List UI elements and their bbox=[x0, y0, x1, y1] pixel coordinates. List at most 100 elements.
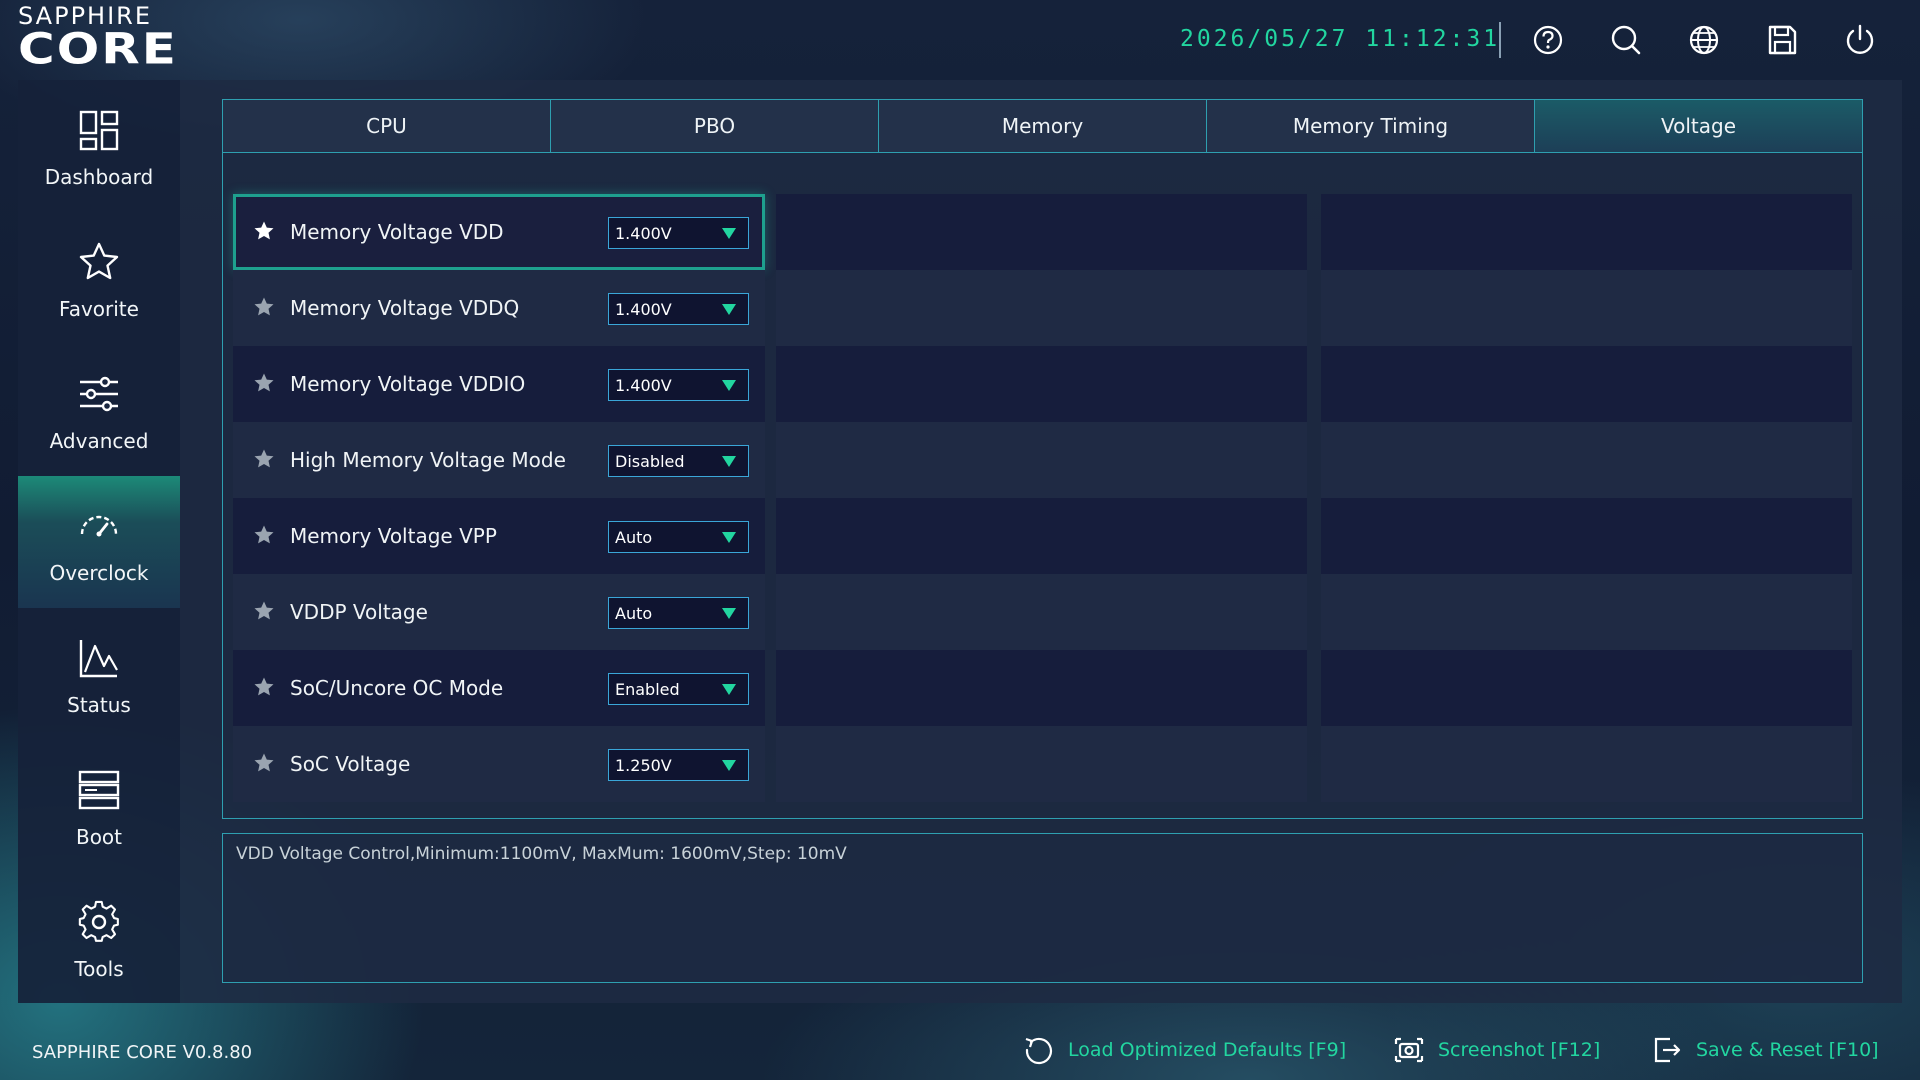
power-icon[interactable] bbox=[1840, 20, 1880, 60]
setting-label: High Memory Voltage Mode bbox=[290, 448, 566, 472]
search-icon[interactable] bbox=[1606, 20, 1646, 60]
tab-voltage[interactable]: Voltage bbox=[1535, 100, 1862, 152]
setting-cell: Memory Voltage VPP Auto bbox=[233, 498, 765, 574]
help-text: VDD Voltage Control,Minimum:1100mV, MaxM… bbox=[236, 844, 847, 864]
favorite-star-icon[interactable] bbox=[253, 676, 275, 698]
tab-pbo[interactable]: PBO bbox=[551, 100, 879, 152]
setting-dropdown[interactable]: 1.400V bbox=[608, 293, 749, 325]
sidebar-item-overclock[interactable]: Overclock bbox=[18, 476, 180, 608]
favorite-star-icon[interactable] bbox=[253, 372, 275, 394]
favorite-star-icon[interactable] bbox=[253, 296, 275, 318]
logo-brand-core: CORE bbox=[18, 24, 178, 74]
sidebar-item-favorite[interactable]: Favorite bbox=[18, 212, 180, 344]
version-label: SAPPHIRE CORE V0.8.80 bbox=[32, 1042, 253, 1063]
setting-cell: Memory Voltage VDDIO 1.400V bbox=[233, 346, 765, 422]
favorite-star-icon[interactable] bbox=[253, 220, 275, 242]
setting-row-soc-voltage[interactable]: SoC Voltage 1.250V bbox=[233, 726, 1853, 802]
dropdown-value: 1.400V bbox=[615, 224, 672, 243]
setting-dropdown[interactable]: 1.400V bbox=[608, 369, 749, 401]
load-defaults-label: Load Optimized Defaults [F9] bbox=[1068, 1039, 1347, 1061]
chevron-down-icon bbox=[722, 380, 736, 391]
sidebar-item-tools[interactable]: Tools bbox=[18, 872, 180, 1004]
empty-cell bbox=[1321, 726, 1852, 802]
help-icon[interactable] bbox=[1528, 20, 1568, 60]
setting-cell: SoC Voltage 1.250V bbox=[233, 726, 765, 802]
setting-dropdown[interactable]: Disabled bbox=[608, 445, 749, 477]
setting-row-high-memory-voltage-mode[interactable]: High Memory Voltage Mode Disabled bbox=[233, 422, 1853, 498]
empty-cell bbox=[1321, 194, 1852, 270]
dropdown-value: 1.400V bbox=[615, 376, 672, 395]
chevron-down-icon bbox=[722, 532, 736, 543]
setting-row-memory-voltage-vdd[interactable]: Memory Voltage VDD 1.400V bbox=[233, 194, 1853, 270]
sidebar-item-label: Advanced bbox=[49, 429, 149, 453]
sidebar-item-boot[interactable]: Boot bbox=[18, 740, 180, 872]
sidebar-item-label: Overclock bbox=[49, 561, 149, 585]
setting-dropdown[interactable]: 1.250V bbox=[608, 749, 749, 781]
sidebar-item-advanced[interactable]: Advanced bbox=[18, 344, 180, 476]
setting-row-vddp-voltage[interactable]: VDDP Voltage Auto bbox=[233, 574, 1853, 650]
sidebar-item-status[interactable]: Status bbox=[18, 608, 180, 740]
favorite-star-icon[interactable] bbox=[253, 524, 275, 546]
empty-cell bbox=[1321, 574, 1852, 650]
setting-label: Memory Voltage VDDQ bbox=[290, 296, 520, 320]
empty-cell bbox=[776, 270, 1307, 346]
sliders-icon bbox=[80, 376, 118, 412]
app-logo: SAPPHIRE CORE bbox=[18, 4, 228, 76]
empty-cell bbox=[1321, 346, 1852, 422]
sidebar-item-dashboard[interactable]: Dashboard bbox=[18, 80, 180, 212]
chevron-down-icon bbox=[722, 608, 736, 619]
chevron-down-icon bbox=[722, 456, 736, 467]
dropdown-value: Auto bbox=[615, 528, 653, 547]
empty-cell bbox=[776, 422, 1307, 498]
tab-memory[interactable]: Memory bbox=[879, 100, 1207, 152]
chevron-down-icon bbox=[722, 760, 736, 771]
setting-row-memory-voltage-vpp[interactable]: Memory Voltage VPP Auto bbox=[233, 498, 1853, 574]
chevron-down-icon bbox=[722, 304, 736, 315]
sidebar-item-label: Tools bbox=[74, 957, 124, 981]
favorite-star-icon[interactable] bbox=[253, 448, 275, 470]
dropdown-value: Disabled bbox=[615, 452, 685, 471]
speedometer-icon bbox=[80, 515, 118, 537]
reset-icon bbox=[1025, 1037, 1052, 1065]
settings-list: Memory Voltage VDD 1.400V Memory Voltage… bbox=[233, 194, 1853, 802]
sidebar-item-label: Status bbox=[67, 693, 131, 717]
empty-cell bbox=[776, 650, 1307, 726]
load-defaults-button[interactable]: Load Optimized Defaults [F9] bbox=[1022, 1030, 1346, 1070]
dropdown-value: Enabled bbox=[615, 680, 680, 699]
setting-label: Memory Voltage VPP bbox=[290, 524, 497, 548]
tab-memory-timing[interactable]: Memory Timing bbox=[1207, 100, 1535, 152]
gear-icon bbox=[78, 900, 119, 942]
setting-row-memory-voltage-vddio[interactable]: Memory Voltage VDDIO 1.400V bbox=[233, 346, 1853, 422]
chevron-down-icon bbox=[722, 228, 736, 239]
save-reset-button[interactable]: Save & Reset [F10] bbox=[1650, 1030, 1879, 1070]
save-icon[interactable] bbox=[1762, 20, 1802, 60]
setting-row-memory-voltage-vddq[interactable]: Memory Voltage VDDQ 1.400V bbox=[233, 270, 1853, 346]
dashboard-icon bbox=[79, 110, 119, 151]
setting-dropdown[interactable]: Enabled bbox=[608, 673, 749, 705]
setting-dropdown[interactable]: 1.400V bbox=[608, 217, 749, 249]
setting-dropdown[interactable]: Auto bbox=[608, 597, 749, 629]
favorite-star-icon[interactable] bbox=[253, 752, 275, 774]
globe-icon[interactable] bbox=[1684, 20, 1724, 60]
setting-cell: VDDP Voltage Auto bbox=[233, 574, 765, 650]
setting-row-soc-uncore-oc-mode[interactable]: SoC/Uncore OC Mode Enabled bbox=[233, 650, 1853, 726]
dropdown-value: 1.400V bbox=[615, 300, 672, 319]
empty-cell bbox=[1321, 270, 1852, 346]
tab-cpu[interactable]: CPU bbox=[223, 100, 551, 152]
setting-cell: Memory Voltage VDD 1.400V bbox=[233, 194, 765, 270]
save-reset-label: Save & Reset [F10] bbox=[1696, 1039, 1879, 1061]
empty-cell bbox=[1321, 498, 1852, 574]
setting-dropdown[interactable]: Auto bbox=[608, 521, 749, 553]
sidebar-item-label: Boot bbox=[75, 825, 123, 849]
star-icon bbox=[79, 242, 119, 280]
screenshot-button[interactable]: Screenshot [F12] bbox=[1392, 1030, 1600, 1070]
setting-label: SoC Voltage bbox=[290, 752, 411, 776]
datetime-display: 2026/05/27 11:12:31 bbox=[1180, 26, 1501, 52]
setting-cell: Memory Voltage VDDQ 1.400V bbox=[233, 270, 765, 346]
boot-icon bbox=[78, 770, 120, 810]
setting-label: Memory Voltage VDD bbox=[290, 220, 504, 244]
empty-cell bbox=[776, 726, 1307, 802]
header-divider bbox=[1499, 22, 1501, 58]
favorite-star-icon[interactable] bbox=[253, 600, 275, 622]
exit-icon bbox=[1654, 1037, 1681, 1063]
